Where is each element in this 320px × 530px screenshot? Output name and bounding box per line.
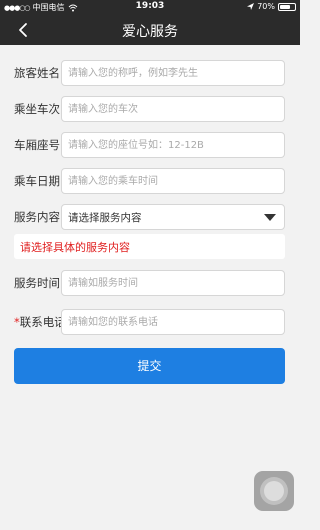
assistive-touch-button[interactable] — [254, 471, 294, 511]
caret-down-icon — [264, 214, 276, 221]
battery-icon — [278, 2, 296, 11]
name-label: 旅客姓名 — [14, 66, 60, 80]
phone-input[interactable] — [61, 309, 285, 335]
train-label: 乘坐车次 — [14, 102, 60, 116]
form-row-phone: *联系电话 — [0, 309, 300, 335]
service-time-input[interactable] — [61, 270, 285, 296]
seat-label: 车厢座号 — [14, 138, 60, 152]
train-input[interactable] — [61, 96, 285, 122]
form-row-date: 乘车日期 — [0, 168, 300, 194]
service-select[interactable]: 请选择服务内容 — [61, 204, 285, 230]
date-input[interactable] — [61, 168, 285, 194]
name-input[interactable] — [61, 60, 285, 86]
battery-fill — [280, 4, 290, 9]
location-icon — [247, 2, 255, 10]
page-title: 爱心服务 — [122, 24, 178, 40]
phone-label: *联系电话 — [14, 314, 66, 330]
form-row-service-time: 服务时间 — [0, 270, 300, 296]
service-select-value: 请选择服务内容 — [68, 212, 142, 224]
service-time-label: 服务时间 — [14, 276, 60, 290]
status-right: 70% — [247, 2, 296, 11]
form-row-seat: 车厢座号 — [0, 132, 300, 158]
submit-button[interactable]: 提交 — [14, 348, 285, 384]
battery-percent: 70% — [257, 2, 275, 11]
status-bar: ●●●○○ 中国电信 19:03 70% — [0, 0, 300, 14]
assistive-touch-inner-icon — [264, 481, 284, 501]
service-error-message: 请选择具体的服务内容 — [14, 234, 285, 259]
phone-label-text: 联系电话 — [19, 315, 66, 329]
form-row-service: 服务内容 请选择服务内容 — [0, 204, 300, 230]
nav-bar: 爱心服务 — [0, 14, 300, 45]
service-label: 服务内容 — [14, 210, 60, 224]
form-row-train: 乘坐车次 — [0, 96, 300, 122]
seat-input[interactable] — [61, 132, 285, 158]
date-label: 乘车日期 — [14, 174, 60, 188]
form-row-name: 旅客姓名 — [0, 60, 300, 86]
